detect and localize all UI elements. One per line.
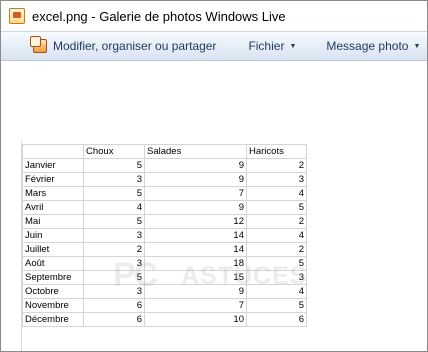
salades-cell: 9	[144, 200, 247, 215]
haricots-cell: 4	[246, 284, 307, 299]
haricots-cell: 2	[246, 214, 307, 229]
window-title: excel.png - Galerie de photos Windows Li…	[32, 8, 286, 24]
title-bar: excel.png - Galerie de photos Windows Li…	[1, 1, 427, 31]
haricots-cell: 3	[246, 270, 307, 285]
choux-cell: 5	[83, 214, 145, 229]
table-row: Mai 5 12 2	[22, 214, 307, 229]
table-row: Octobre 3 9 4	[22, 284, 307, 299]
choux-cell: 6	[83, 312, 145, 327]
haricots-cell: 5	[246, 256, 307, 271]
month-cell: Février	[22, 172, 84, 187]
haricots-cell: 2	[246, 158, 307, 173]
file-menu-label: Fichier	[248, 39, 285, 53]
salades-cell: 12	[144, 214, 247, 229]
table-row: Janvier 5 9 2	[22, 158, 307, 173]
photo-image: Choux Salades Haricots Janvier 5 9 2 Fév…	[21, 141, 427, 351]
table-row: Avril 4 9 5	[22, 200, 307, 215]
photo-viewer: Choux Salades Haricots Janvier 5 9 2 Fév…	[1, 61, 427, 351]
salades-cell: 14	[144, 228, 247, 243]
salades-cell: 7	[144, 298, 247, 313]
haricots-cell: 4	[246, 186, 307, 201]
choux-cell: 2	[83, 242, 145, 257]
choux-cell: 3	[83, 256, 145, 271]
month-cell: Novembre	[22, 298, 84, 313]
table-row: Décembre 6 10 6	[22, 312, 307, 327]
choux-cell: 3	[83, 284, 145, 299]
choux-cell: 4	[83, 200, 145, 215]
salades-cell: 14	[144, 242, 247, 257]
column-header	[22, 144, 84, 159]
salades-cell: 7	[144, 186, 247, 201]
month-cell: Septembre	[22, 270, 84, 285]
month-cell: Avril	[22, 200, 84, 215]
haricots-cell: 4	[246, 228, 307, 243]
column-header: Choux	[83, 144, 145, 159]
choux-cell: 3	[83, 228, 145, 243]
chevron-down-icon: ▼	[413, 42, 421, 50]
salades-cell: 10	[144, 312, 247, 327]
table-row: Août 3 18 5	[22, 256, 307, 271]
chevron-down-icon: ▼	[289, 42, 297, 50]
choux-cell: 5	[83, 158, 145, 173]
salades-cell: 9	[144, 172, 247, 187]
edit-organize-share-label: Modifier, organiser ou partager	[53, 39, 217, 53]
spreadsheet-table: Choux Salades Haricots Janvier 5 9 2 Fév…	[22, 144, 307, 327]
table-row: Septembre 5 15 3	[22, 270, 307, 285]
choux-cell: 5	[83, 186, 145, 201]
table-row: Mars 5 7 4	[22, 186, 307, 201]
file-menu[interactable]: Fichier ▼	[248, 39, 296, 53]
photo-gallery-icon	[9, 8, 25, 24]
column-header: Haricots	[246, 144, 307, 159]
toolbar: Modifier, organiser ou partager Fichier …	[1, 31, 427, 61]
choux-cell: 3	[83, 172, 145, 187]
month-cell: Juillet	[22, 242, 84, 257]
table-row: Novembre 6 7 5	[22, 298, 307, 313]
choux-cell: 6	[83, 298, 145, 313]
month-cell: Mai	[22, 214, 84, 229]
salades-cell: 15	[144, 270, 247, 285]
photo-gallery-window: excel.png - Galerie de photos Windows Li…	[0, 0, 428, 352]
photo-message-label: Message photo	[326, 39, 409, 53]
salades-cell: 18	[144, 256, 247, 271]
choux-cell: 5	[83, 270, 145, 285]
photo-message-menu[interactable]: Message photo ▼	[326, 39, 420, 53]
month-cell: Mars	[22, 186, 84, 201]
table-row: Février 3 9 3	[22, 172, 307, 187]
salades-cell: 9	[144, 284, 247, 299]
haricots-cell: 2	[246, 242, 307, 257]
table-header-row: Choux Salades Haricots	[22, 144, 307, 159]
haricots-cell: 3	[246, 172, 307, 187]
haricots-cell: 5	[246, 298, 307, 313]
salades-cell: 9	[144, 158, 247, 173]
month-cell: Décembre	[22, 312, 84, 327]
table-row: Juillet 2 14 2	[22, 242, 307, 257]
month-cell: Janvier	[22, 158, 84, 173]
edit-organize-share-button[interactable]: Modifier, organiser ou partager	[30, 36, 217, 53]
column-header: Salades	[144, 144, 247, 159]
table-row: Juin 3 14 4	[22, 228, 307, 243]
edit-photos-icon	[30, 36, 47, 53]
haricots-cell: 5	[246, 200, 307, 215]
month-cell: Juin	[22, 228, 84, 243]
month-cell: Octobre	[22, 284, 84, 299]
haricots-cell: 6	[246, 312, 307, 327]
month-cell: Août	[22, 256, 84, 271]
